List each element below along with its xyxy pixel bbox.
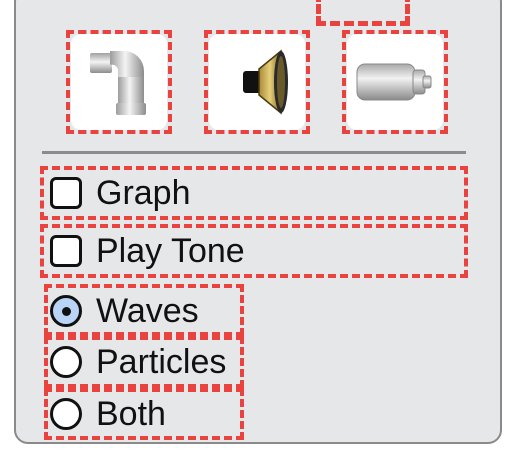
play-tone-checkbox[interactable]: [50, 235, 82, 267]
light-tool-button[interactable]: [347, 34, 443, 130]
particles-radio-row[interactable]: Particles: [44, 341, 226, 383]
light-bulb-tube-icon: [356, 63, 432, 101]
graph-checkbox-row[interactable]: Graph: [44, 172, 464, 214]
waves-label: Waves: [96, 291, 199, 330]
particles-label: Particles: [96, 342, 227, 381]
play-tone-label: Play Tone: [96, 231, 245, 270]
divider: [42, 151, 466, 154]
both-label: Both: [96, 394, 166, 433]
speaker-tool-button[interactable]: [209, 34, 305, 130]
pipe-tool-button[interactable]: [71, 34, 167, 130]
particles-radio[interactable]: [50, 346, 82, 378]
speaker-icon: [243, 49, 288, 115]
partial-highlight-box: [316, 0, 410, 26]
both-radio[interactable]: [50, 398, 82, 430]
waves-radio[interactable]: [50, 295, 82, 327]
graph-label: Graph: [96, 173, 191, 212]
pipe-elbow-icon: [90, 51, 146, 115]
both-radio-row[interactable]: Both: [44, 393, 166, 435]
waves-radio-row[interactable]: Waves: [44, 290, 199, 332]
play-tone-checkbox-row[interactable]: Play Tone: [44, 230, 464, 272]
graph-checkbox[interactable]: [50, 177, 82, 209]
